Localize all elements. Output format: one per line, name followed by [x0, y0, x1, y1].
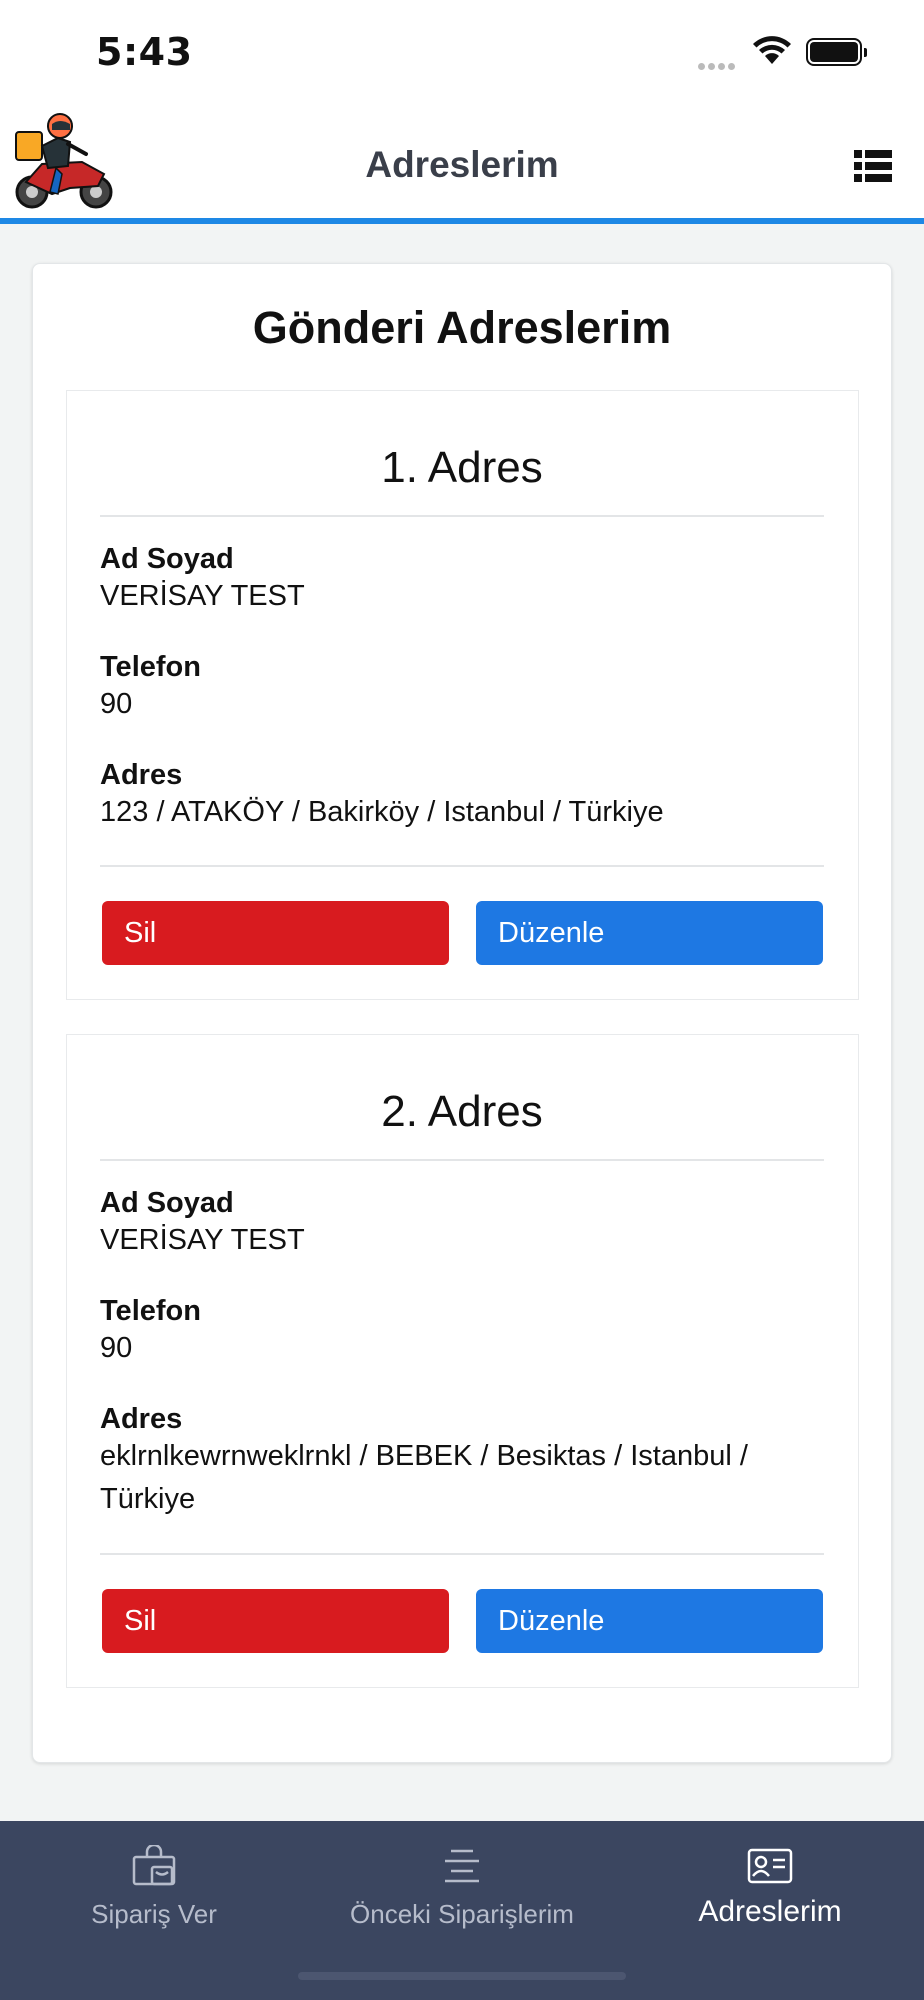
app-header: Adreslerim — [0, 100, 924, 224]
delete-button[interactable]: Sil — [102, 901, 449, 965]
divider — [100, 515, 824, 517]
phone-label: Telefon — [100, 1295, 201, 1327]
name-label: Ad Soyad — [100, 1187, 234, 1219]
divider — [100, 1159, 824, 1161]
addresses-card: Gönderi Adreslerim 1. Adres Ad Soyad VER… — [32, 263, 892, 1763]
status-bar: 5:43 — [0, 0, 924, 100]
address-label: Adres — [100, 759, 183, 791]
name-value: VERİSAY TEST — [100, 580, 305, 612]
home-indicator[interactable] — [298, 1972, 626, 1980]
status-time: 5:43 — [96, 30, 193, 74]
name-label: Ad Soyad — [100, 543, 234, 575]
tab-label: Önceki Siparişlerim — [350, 1899, 574, 1929]
address-value: eklrnlkewrnweklrnkl / BEBEK / Besiktas /… — [100, 1440, 748, 1515]
address-card: 2. Adres Ad Soyad VERİSAY TEST Telefon 9… — [66, 1034, 859, 1688]
name-value: VERİSAY TEST — [100, 1224, 305, 1256]
tab-previous-orders[interactable]: Önceki Siparişlerim — [308, 1845, 616, 1930]
address-heading: 2. Adres — [381, 1087, 543, 1136]
battery-icon — [806, 38, 867, 66]
phone-label: Telefon — [100, 651, 201, 683]
page-title: Adreslerim — [365, 144, 559, 185]
tab-label: Sipariş Ver — [91, 1899, 217, 1929]
wifi-icon — [753, 36, 791, 64]
tab-label: Adreslerim — [698, 1895, 842, 1928]
address-label: Adres — [100, 1403, 183, 1435]
tab-addresses[interactable]: Adreslerim — [616, 1845, 924, 1929]
list-menu-icon[interactable] — [854, 150, 892, 182]
tab-order[interactable]: Sipariş Ver — [0, 1845, 308, 1930]
divider — [100, 1553, 824, 1555]
shopping-bag-icon — [132, 1845, 176, 1886]
list-lines-icon — [445, 1849, 479, 1883]
address-card: 1. Adres Ad Soyad VERİSAY TEST Telefon 9… — [66, 390, 859, 1000]
edit-button[interactable]: Düzenle — [476, 901, 823, 965]
contact-card-icon — [747, 1848, 793, 1884]
phone-value: 90 — [100, 1332, 133, 1364]
cellular-signal-icon — [698, 57, 738, 75]
edit-button[interactable]: Düzenle — [476, 1589, 823, 1653]
delete-button[interactable]: Sil — [102, 1589, 449, 1653]
phone-value: 90 — [100, 688, 133, 720]
divider — [100, 865, 824, 867]
address-heading: 1. Adres — [381, 443, 543, 492]
section-title: Gönderi Adreslerim — [252, 302, 672, 353]
address-value: 123 / ATAKÖY / Bakirköy / Istanbul / Tür… — [100, 796, 664, 828]
